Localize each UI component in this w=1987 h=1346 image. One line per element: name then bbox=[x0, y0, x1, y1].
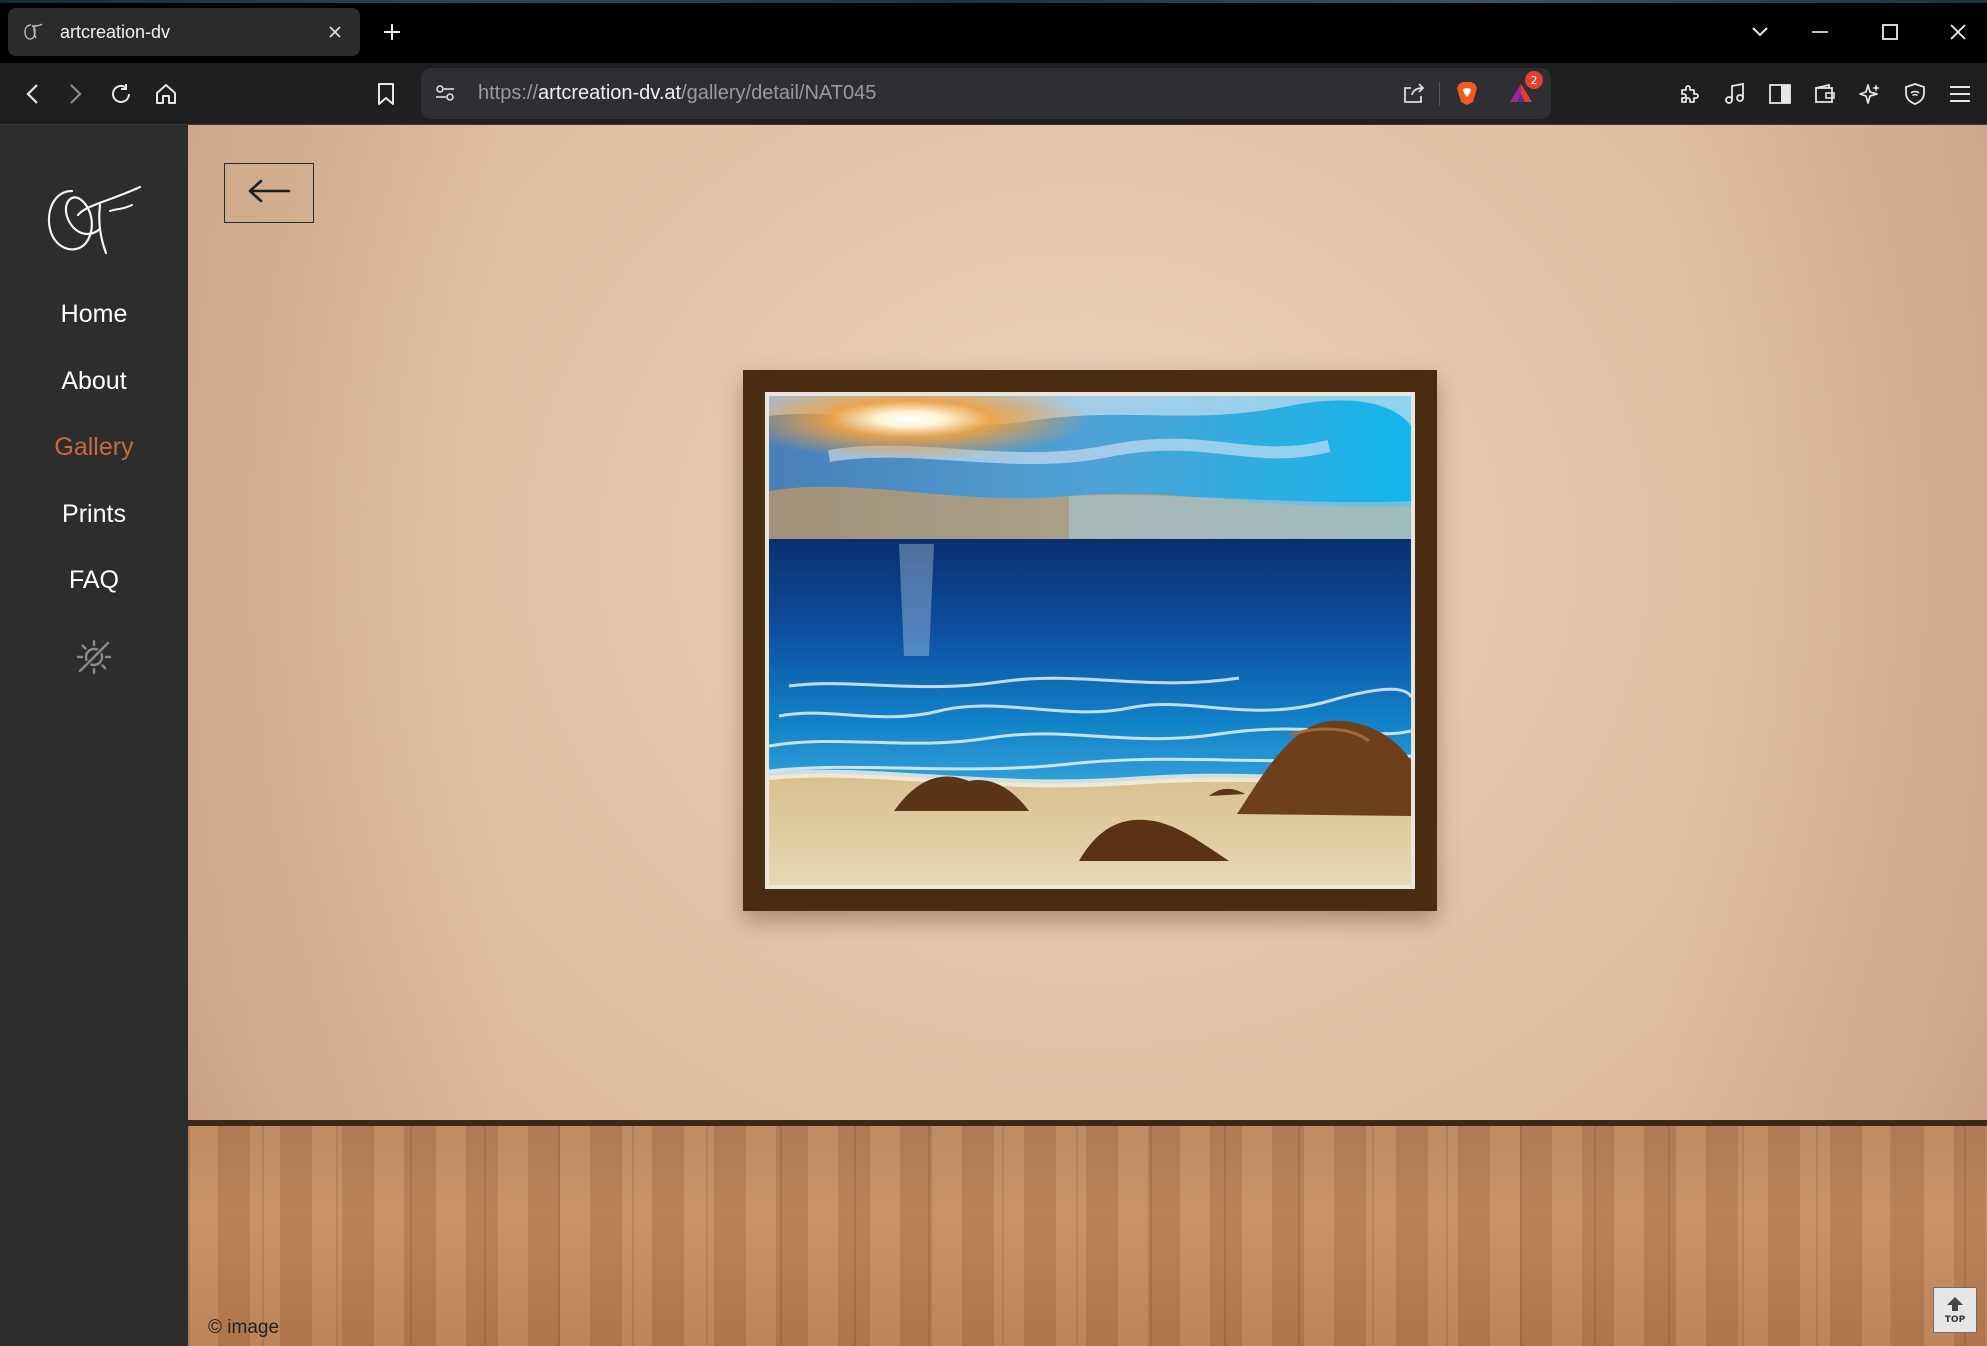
floor-planks bbox=[188, 1126, 1987, 1346]
scroll-to-top-button[interactable]: TOP bbox=[1933, 1287, 1977, 1333]
nav-home[interactable]: Home bbox=[0, 300, 188, 329]
nav-faq[interactable]: FAQ bbox=[0, 566, 188, 595]
browser-titlebar: artcreation-dv bbox=[0, 0, 1987, 63]
nav-gallery[interactable]: Gallery bbox=[0, 433, 188, 462]
reload-icon[interactable] bbox=[103, 76, 139, 112]
image-credit: © image bbox=[208, 1317, 280, 1338]
extensions-puzzle-icon[interactable] bbox=[1672, 76, 1708, 112]
url-text[interactable]: https://artcreation-dv.at/gallery/detail… bbox=[478, 82, 876, 105]
share-icon[interactable] bbox=[1396, 75, 1432, 111]
back-nav-icon[interactable] bbox=[14, 76, 50, 112]
close-tab-icon[interactable] bbox=[322, 19, 348, 45]
new-tab-icon[interactable] bbox=[376, 16, 408, 48]
wallet-icon[interactable] bbox=[1807, 76, 1843, 112]
home-icon[interactable] bbox=[148, 76, 184, 112]
url-host: artcreation-dv.at bbox=[538, 82, 682, 104]
web-page: Home About Gallery Prints FAQ © image TO… bbox=[0, 125, 1987, 1346]
brave-shields-icon[interactable] bbox=[1449, 75, 1485, 111]
back-button[interactable] bbox=[224, 163, 314, 223]
forward-nav-icon[interactable] bbox=[58, 76, 94, 112]
seascape-painting bbox=[769, 396, 1411, 885]
site-favicon-icon bbox=[20, 19, 46, 45]
nav-about[interactable]: About bbox=[0, 367, 188, 396]
tab-title: artcreation-dv bbox=[60, 21, 171, 42]
top-button-label: TOP bbox=[1944, 1314, 1966, 1325]
bookmark-icon[interactable] bbox=[368, 76, 404, 112]
brave-rewards-icon[interactable]: 2 bbox=[1503, 71, 1543, 111]
gallery-room: © image TOP bbox=[188, 125, 1987, 1346]
arrow-left-icon bbox=[247, 179, 291, 208]
site-logo[interactable] bbox=[40, 175, 148, 263]
hamburger-menu-icon[interactable] bbox=[1942, 76, 1978, 112]
maximize-icon[interactable] bbox=[1872, 14, 1908, 50]
painting-frame[interactable] bbox=[743, 370, 1437, 911]
theme-toggle-icon[interactable] bbox=[72, 635, 116, 679]
painting-mat bbox=[765, 392, 1415, 889]
browser-toolbar: https://artcreation-dv.at/gallery/detail… bbox=[0, 63, 1987, 125]
minimize-icon[interactable] bbox=[1802, 14, 1838, 50]
tab-list-chevron-down-icon[interactable] bbox=[1742, 14, 1778, 50]
leo-ai-sparkle-icon[interactable] bbox=[1852, 76, 1888, 112]
site-settings-icon[interactable] bbox=[427, 75, 463, 111]
close-window-icon[interactable] bbox=[1940, 14, 1976, 50]
address-bar[interactable]: https://artcreation-dv.at/gallery/detail… bbox=[421, 68, 1551, 119]
sidebar-panel-icon[interactable] bbox=[1762, 76, 1798, 112]
browser-tab[interactable]: artcreation-dv bbox=[8, 8, 360, 56]
rewards-badge: 2 bbox=[1525, 71, 1543, 89]
url-separator bbox=[1439, 82, 1440, 106]
site-sidebar: Home About Gallery Prints FAQ bbox=[0, 125, 188, 1346]
vpn-shield-icon[interactable] bbox=[1897, 76, 1933, 112]
nav-prints[interactable]: Prints bbox=[0, 500, 188, 529]
arrow-up-icon bbox=[1946, 1296, 1964, 1315]
window-top-edge bbox=[0, 0, 1987, 3]
media-music-icon[interactable] bbox=[1717, 76, 1753, 112]
url-scheme: https:// bbox=[478, 82, 539, 104]
url-path: /gallery/detail/NAT045 bbox=[681, 82, 877, 104]
